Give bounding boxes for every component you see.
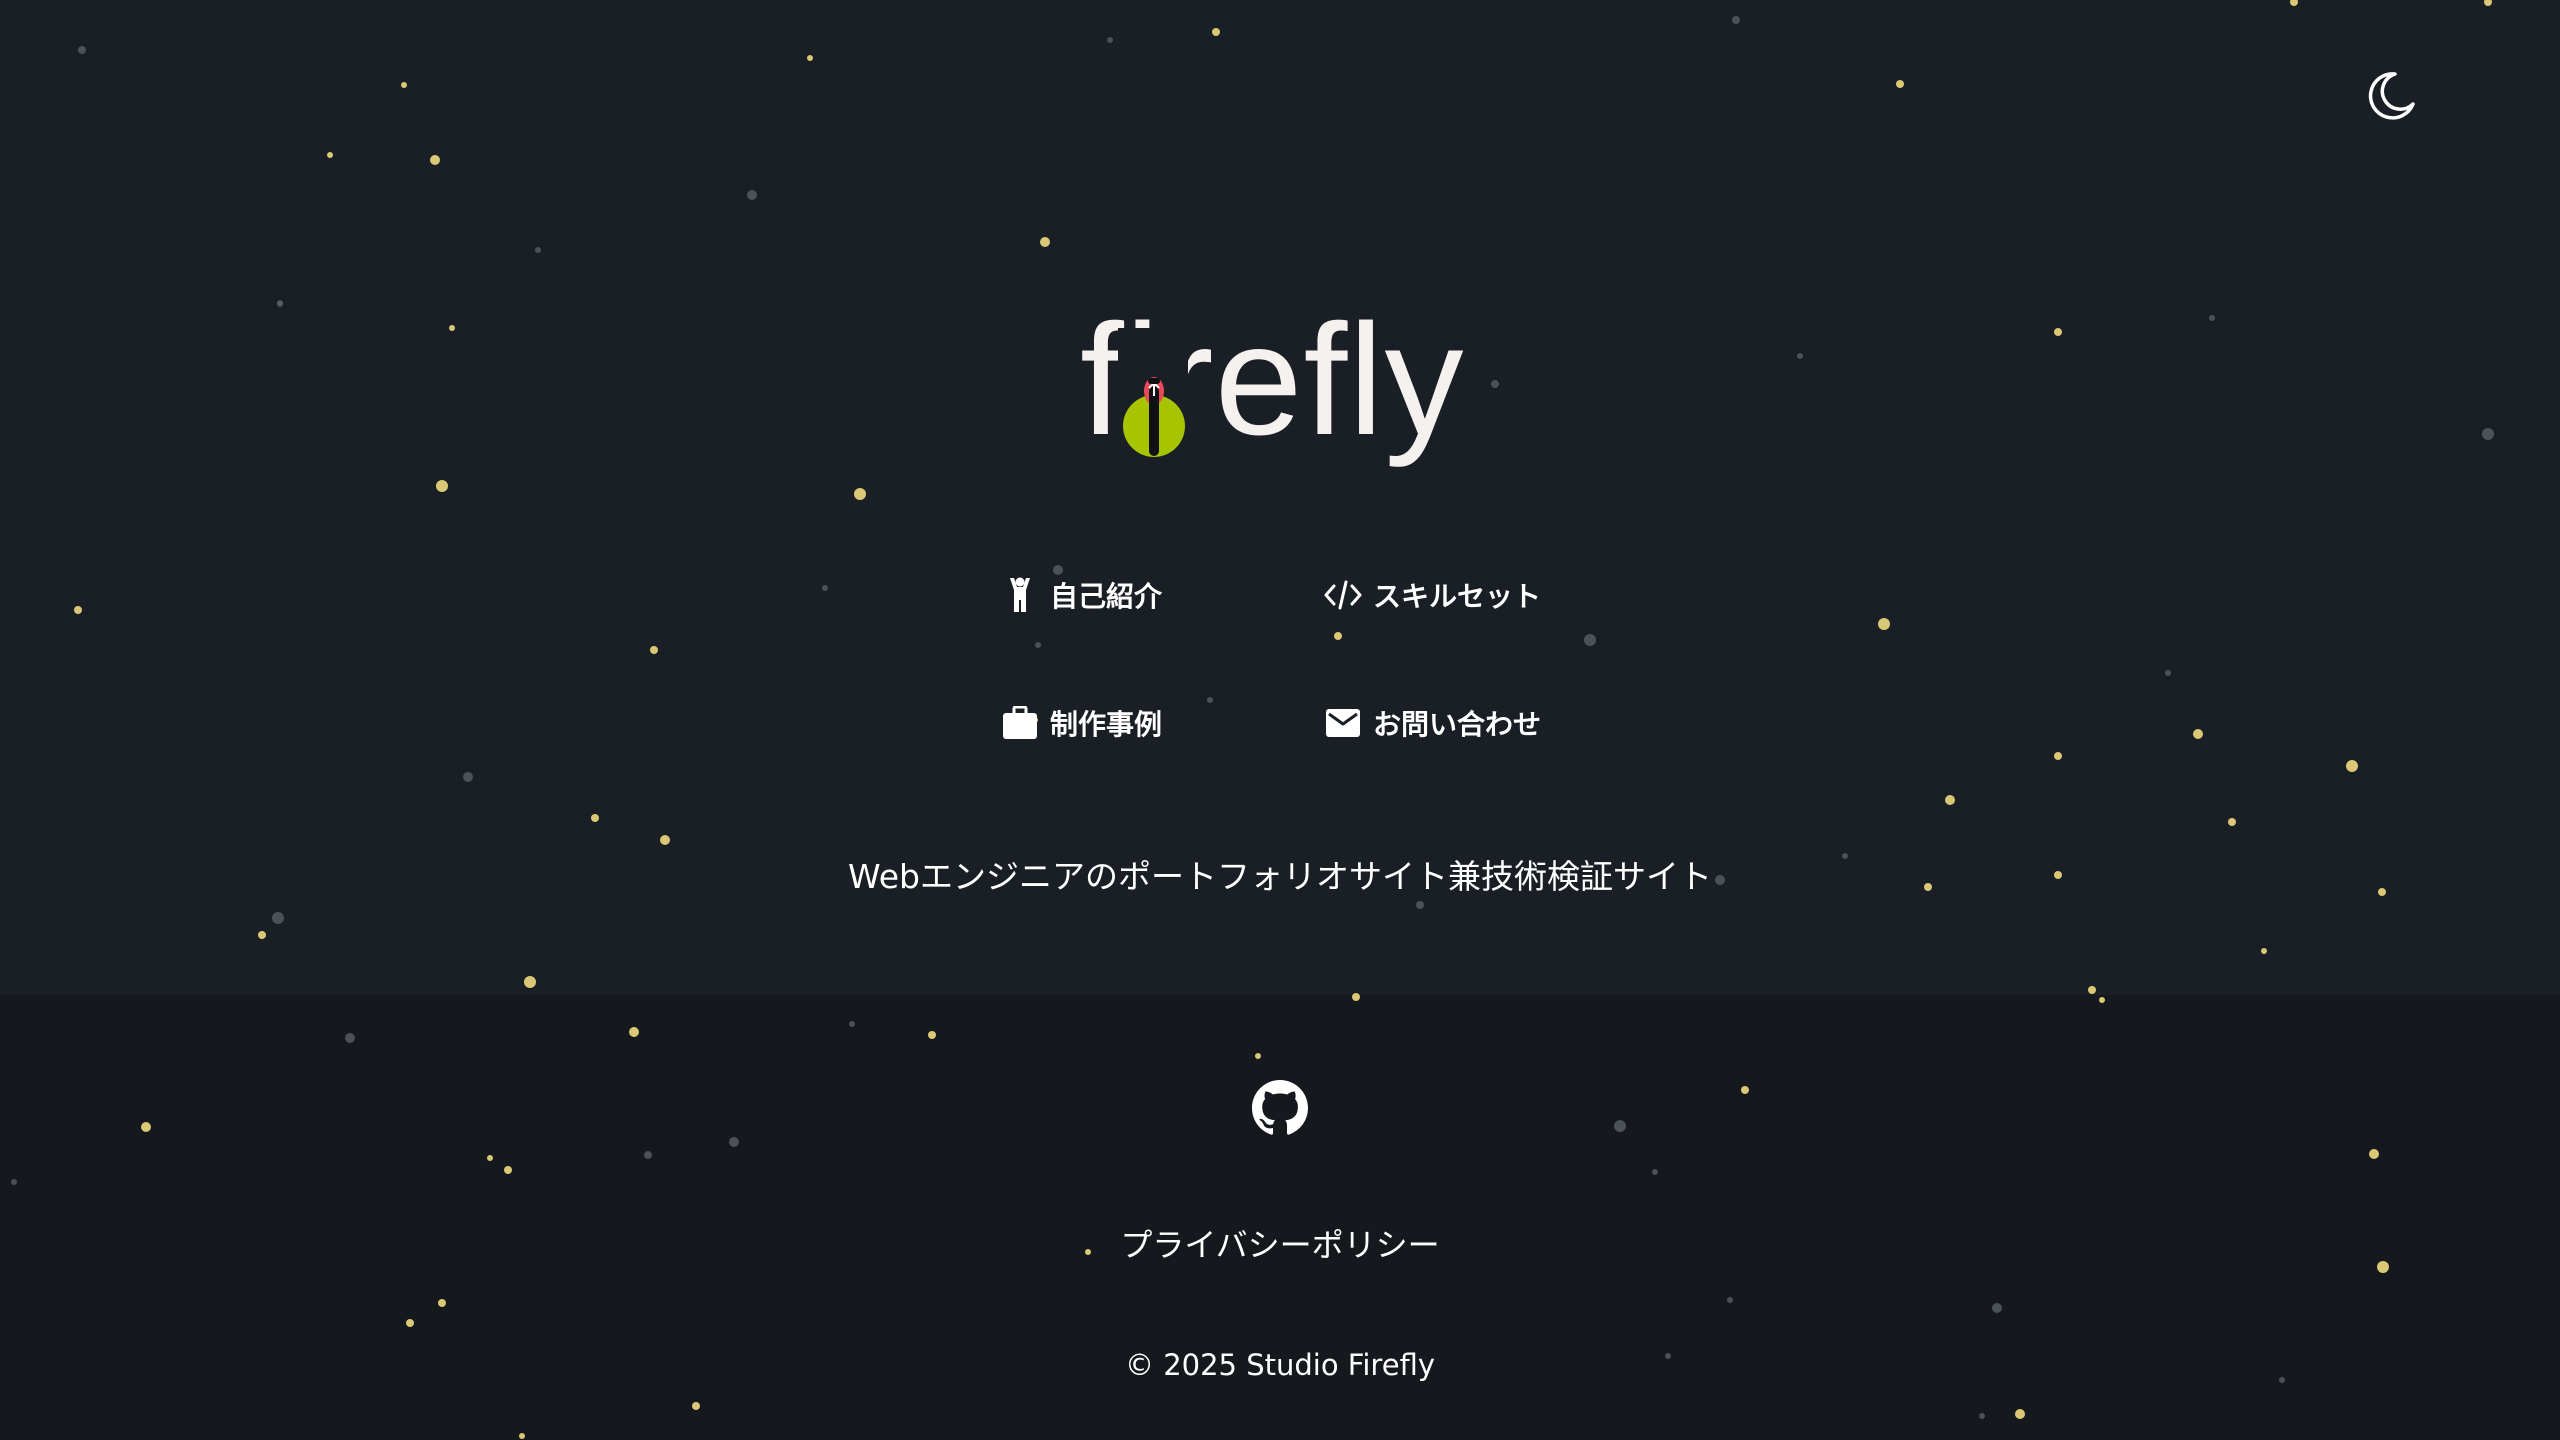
theme-toggle-button[interactable] <box>2365 70 2417 122</box>
site-tagline: Webエンジニアのポートフォリオサイト兼技術検証サイト <box>848 857 1712 896</box>
site-logo[interactable]: firefly <box>1080 290 1480 470</box>
github-icon <box>1252 1080 1308 1135</box>
privacy-policy-link[interactable]: プライバシーポリシー <box>1120 1226 1439 1264</box>
copyright: © 2025 Studio Firefly <box>1124 1348 1435 1382</box>
hero-section <box>0 0 2560 995</box>
privacy-policy: プライバシーポリシー <box>0 1220 2560 1266</box>
code-icon <box>1323 575 1363 615</box>
nav-label-works: 制作事例 <box>1050 708 1163 741</box>
nav-item-contact[interactable]: お問い合わせ <box>1323 698 1541 748</box>
moon-icon <box>2368 72 2415 120</box>
page: firefly 自己紹介 スキルセット 制作事例 お問い合わせ Webエンジニア… <box>0 0 2560 1440</box>
nav-item-about[interactable]: 自己紹介 <box>1000 570 1162 620</box>
github-link[interactable] <box>1252 1080 1308 1136</box>
nav-label-contact: お問い合わせ <box>1373 708 1542 741</box>
nav-item-skills[interactable]: スキルセット <box>1323 570 1541 620</box>
firefly-logo-icon <box>1118 328 1188 458</box>
person-icon <box>1000 575 1040 615</box>
nav-label-skills: スキルセット <box>1373 580 1542 613</box>
briefcase-icon <box>1000 703 1040 743</box>
mail-icon <box>1323 703 1363 743</box>
main-nav: 自己紹介 スキルセット 制作事例 お問い合わせ <box>1000 560 1600 760</box>
nav-label-about: 自己紹介 <box>1050 580 1163 613</box>
nav-item-works[interactable]: 制作事例 <box>1000 698 1162 748</box>
